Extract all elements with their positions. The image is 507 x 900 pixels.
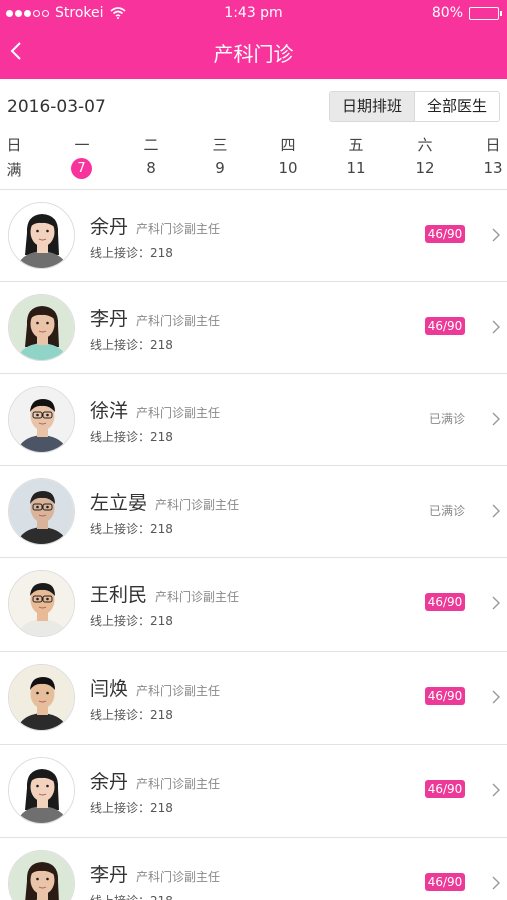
doctor-row[interactable]: 徐洋 产科门诊副主任线上接诊：218 已满诊 [0, 374, 507, 466]
weekday-label: 二 [143, 136, 159, 154]
doctor-name: 左立晏 [90, 492, 148, 514]
view-toggle: 日期排班 全部医生 [328, 91, 500, 122]
doctor-row[interactable]: 余丹 产科门诊副主任线上接诊：218 46/90 [0, 745, 507, 838]
doctor-name: 余丹 [90, 771, 129, 793]
doctor-avatar [8, 202, 75, 269]
online-consult-count: 线上接诊：218 [90, 614, 173, 628]
doctor-name-line: 余丹 产科门诊副主任 [90, 212, 220, 239]
doctor-name: 王利民 [90, 584, 148, 606]
weekday-label: 三 [212, 136, 228, 154]
doctor-name-line: 李丹 产科门诊副主任 [90, 860, 220, 887]
fully-booked-label: 已满诊 [428, 504, 465, 518]
doctor-row[interactable]: 王利民 产科门诊副主任线上接诊：218 46/90 [0, 558, 507, 652]
online-consult-count: 线上接诊：218 [90, 708, 173, 722]
selected-date: 7 [71, 158, 92, 179]
current-date: 2016-03-07 [7, 97, 106, 117]
doctor-name: 余丹 [90, 216, 129, 238]
doctor-title: 产科门诊副主任 [136, 777, 221, 791]
week-strip: 日满一 7 二 8 三 9 四 10 五 11 六 12 日 13 [0, 131, 507, 190]
weekday-label: 四 [280, 136, 296, 154]
slot-badge: 46/90 [425, 225, 465, 243]
toggle-all-doctors[interactable]: 全部医生 [413, 92, 499, 121]
slot-badge: 46/90 [425, 593, 465, 611]
app-header: Strokei 1:43 pm 80% 产科门诊 [0, 0, 507, 79]
weekday-label: 日 [6, 136, 22, 154]
doctor-name-line: 闫焕 产科门诊副主任 [90, 674, 220, 701]
date-number: 11 [346, 159, 366, 177]
online-consult-count: 线上接诊：218 [90, 522, 173, 536]
doctor-title: 产科门诊副主任 [155, 498, 240, 512]
battery-icon [469, 6, 502, 20]
date-number: 9 [215, 159, 225, 177]
doctor-row[interactable]: 李丹产科门诊副主任线上接诊：218 46/90 [0, 282, 507, 374]
doctor-name-line: 王利民 产科门诊副主任 [90, 580, 239, 607]
doctor-title: 产科门诊副主任 [136, 222, 221, 236]
online-consult-count: 线上接诊：218 [90, 430, 173, 444]
date-number: 满 [6, 161, 22, 179]
chevron-right-icon [492, 876, 500, 890]
date-number: 12 [415, 159, 435, 177]
date-bar: 2016-03-07 日期排班 全部医生 [0, 79, 507, 131]
slot-badge: 46/90 [425, 873, 465, 891]
online-consult-count: 线上接诊：218 [90, 246, 173, 260]
doctor-name-line: 余丹 产科门诊副主任 [90, 767, 220, 794]
weekday-label: 六 [417, 136, 433, 154]
doctor-title: 产科门诊副主任 [155, 590, 240, 604]
doctor-name: 李丹 [90, 864, 129, 886]
doctor-name: 闫焕 [90, 678, 129, 700]
doctor-name: 李丹 [90, 308, 129, 330]
doctor-row[interactable]: 闫焕 产科门诊副主任线上接诊：218 46/90 [0, 652, 507, 745]
doctor-row[interactable]: 左立晏 产科门诊副主任线上接诊：218 已满诊 [0, 466, 507, 558]
slot-badge: 46/90 [425, 780, 465, 798]
date-number: 8 [146, 159, 156, 177]
chevron-right-icon [492, 228, 500, 242]
doctor-name: 徐洋 [90, 400, 129, 422]
doctor-title: 产科门诊副主任 [136, 870, 221, 884]
date-number: 10 [278, 159, 298, 177]
fully-booked-label: 已满诊 [428, 412, 465, 426]
status-bar: Strokei 1:43 pm 80% [0, 0, 507, 28]
doctor-avatar [8, 478, 75, 545]
chevron-right-icon [492, 320, 500, 334]
slot-badge: 46/90 [425, 687, 465, 705]
doctor-name-line: 徐洋 产科门诊副主任 [90, 396, 220, 423]
doctor-title: 产科门诊副主任 [136, 406, 221, 420]
doctor-avatar [8, 757, 75, 824]
doctor-avatar [8, 294, 75, 361]
battery-percent: 80% [431, 5, 463, 21]
online-consult-count: 线上接诊：218 [90, 338, 173, 352]
chevron-right-icon [492, 596, 500, 610]
doctor-avatar [8, 386, 75, 453]
doctor-name-line: 李丹 产科门诊副主任 [90, 304, 220, 331]
page-title: 产科门诊 [213, 42, 294, 66]
toggle-by-date[interactable]: 日期排班 [329, 92, 414, 121]
chevron-right-icon [492, 783, 500, 797]
slot-badge: 46/90 [425, 317, 465, 335]
doctor-avatar [8, 570, 75, 637]
chevron-right-icon [492, 412, 500, 426]
online-consult-count: 线上接诊：218 [90, 801, 173, 815]
weekday-label: 日 [485, 136, 501, 154]
online-consult-count: 线上接诊：218 [90, 892, 173, 900]
doctor-row[interactable]: 余丹 产科门诊副主任线上接诊：218 46/90 [0, 190, 507, 282]
doctor-title: 产科门诊副主任 [136, 684, 221, 698]
doctor-row[interactable]: 李丹产科门诊副主任线上接诊：218 46/90 [0, 838, 507, 900]
doctor-avatar [8, 850, 75, 900]
doctor-name-line: 左立晏 产科门诊副主任 [90, 488, 239, 515]
weekday-label: 五 [348, 136, 364, 154]
weekday-label: 一 [74, 136, 90, 154]
chevron-right-icon [492, 690, 500, 704]
date-number: 13 [483, 159, 503, 177]
doctor-title: 产科门诊副主任 [136, 314, 221, 328]
chevron-right-icon [492, 504, 500, 518]
doctor-avatar [8, 664, 75, 731]
